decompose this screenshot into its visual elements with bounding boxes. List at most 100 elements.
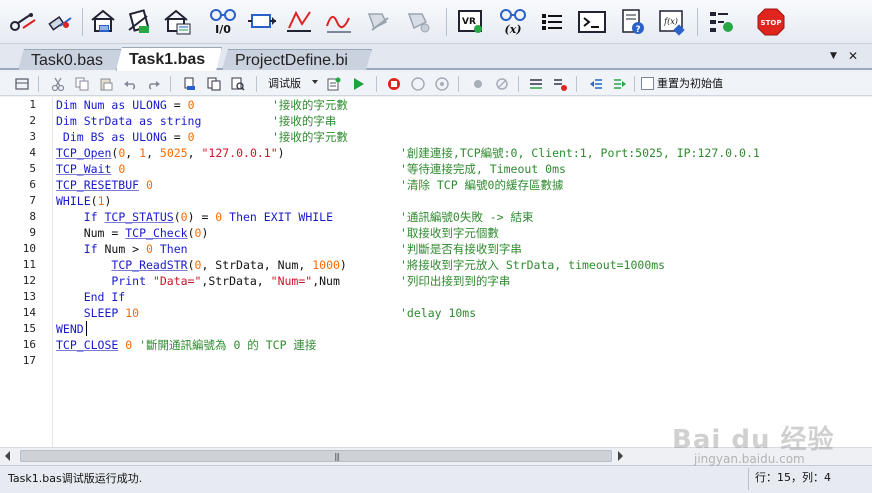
code-line[interactable]: TCP_ReadSTR(0, StrData, Num, 1000)	[56, 257, 347, 273]
code-token: ) =	[187, 210, 216, 224]
code-line[interactable]: If TCP_STATUS(0) = 0 Then EXIT WHILE	[56, 209, 333, 225]
code-token: ,	[187, 146, 202, 160]
line-number: 5	[29, 162, 36, 175]
line-number: 10	[22, 242, 36, 255]
command-terminal-icon[interactable]	[576, 7, 608, 37]
code-token: 10	[125, 306, 140, 320]
code-token: Dim	[56, 114, 77, 128]
code-token: =	[173, 130, 188, 144]
list-icon[interactable]	[538, 7, 566, 37]
scroll-right-icon[interactable]	[618, 451, 623, 461]
tab-list-dropdown-icon[interactable]: ▼	[830, 51, 837, 61]
stop-run-icon[interactable]	[386, 76, 402, 92]
cut-icon[interactable]	[50, 76, 66, 92]
clear-breakpoint-icon[interactable]	[45, 7, 75, 37]
build-icon[interactable]	[404, 7, 434, 37]
breakpoint-icon[interactable]	[470, 76, 486, 92]
line-number: 1	[29, 98, 36, 111]
code-token: WEND	[56, 322, 84, 336]
code-token: ,	[125, 146, 140, 160]
code-line[interactable]: Dim BS as ULONG = 0	[56, 129, 195, 145]
code-line[interactable]: TCP_Wait 0	[56, 161, 125, 177]
compile-icon[interactable]	[326, 76, 342, 92]
line-number: 15	[22, 322, 36, 335]
code-token: 0	[187, 98, 195, 112]
help-doc-icon[interactable]: ?	[618, 7, 648, 37]
expression-icon[interactable]: (x)	[496, 7, 530, 37]
code-token: Dim	[56, 98, 77, 112]
tab-task0[interactable]: Task0.bas	[18, 49, 122, 70]
code-token: 0	[146, 178, 153, 192]
code-token: )	[339, 258, 347, 272]
outdent-icon[interactable]	[588, 76, 604, 92]
replace-icon[interactable]	[230, 76, 246, 92]
find-icon[interactable]	[182, 76, 198, 92]
download-ram-icon[interactable]	[124, 7, 154, 37]
code-line[interactable]: Print "Data=",StrData, "Num=",Num	[56, 273, 340, 289]
axis-parameters-icon[interactable]	[246, 7, 278, 37]
oscilloscope-icon[interactable]	[324, 7, 354, 37]
download-program-icon[interactable]	[88, 7, 118, 37]
tab-project-define[interactable]: ProjectDefine.bi	[222, 49, 372, 70]
step-icon[interactable]	[434, 76, 450, 92]
expr-label: (x)	[505, 23, 522, 36]
toggle-panel-icon[interactable]	[14, 76, 30, 92]
clear-all-breakpoints-icon[interactable]	[494, 76, 510, 92]
code-editor[interactable]: 1 2 3 4 5 6 7 8 9 10 11 12 13 14 15 16 17 Dim Num as ULO…	[0, 97, 872, 447]
code-line[interactable]: WHILE(1)	[56, 193, 111, 209]
indent-icon[interactable]	[612, 76, 628, 92]
chevron-down-icon[interactable]	[312, 80, 318, 84]
code-line[interactable]: End If	[56, 289, 126, 305]
paste-icon[interactable]	[98, 76, 114, 92]
code-token: "Num="	[270, 274, 313, 288]
scope-icon[interactable]	[284, 7, 314, 37]
code-token: Num	[76, 98, 112, 112]
copy-icon[interactable]	[74, 76, 90, 92]
set-breakpoint-icon[interactable]	[8, 7, 38, 37]
tab-task1[interactable]: Task1.bas	[116, 47, 222, 71]
undo-icon[interactable]	[122, 76, 138, 92]
io-monitor-icon[interactable]: I/0	[206, 7, 240, 37]
pause-icon[interactable]	[410, 76, 426, 92]
text-caret	[86, 321, 87, 336]
scrollbar-thumb[interactable]: |||	[20, 450, 612, 462]
controller-settings-icon[interactable]	[706, 7, 736, 37]
code-token: TCP_RESETBUF	[56, 178, 140, 192]
code-line[interactable]: TCP_Open(0, 1, 5025, "127.0.0.1")	[56, 145, 285, 161]
tab-label: ProjectDefine.bi	[235, 52, 348, 69]
code-line[interactable]: Dim Num as ULONG = 0	[56, 97, 195, 113]
code-line[interactable]: Num = TCP_Check(0)	[56, 225, 209, 241]
variable-watch-icon[interactable]: VR	[456, 7, 486, 37]
code-token: Then EXIT WHILE	[222, 210, 334, 224]
find-in-files-icon[interactable]	[206, 76, 222, 92]
code-token: Then	[152, 242, 188, 256]
build-mode-select[interactable]: 调试版	[266, 75, 303, 93]
redo-icon[interactable]	[146, 76, 162, 92]
code-line[interactable]: TCP_CLOSE 0 '斷開通訊編號為 0 的 TCP 連接	[56, 337, 316, 353]
reset-to-initial-checkbox[interactable]	[641, 77, 654, 90]
hide-icon[interactable]	[364, 7, 394, 37]
code-token: '斷開通訊編號為 0 的 TCP 連接	[132, 338, 317, 352]
code-token: "127.0.0.1"	[201, 146, 278, 160]
io-label: I/0	[215, 23, 231, 36]
code-line[interactable]: WEND	[56, 321, 84, 337]
watermark-logo: Bai du 经验	[672, 425, 835, 455]
function-doc-icon[interactable]: f(x)	[656, 7, 688, 37]
scroll-left-icon[interactable]	[5, 451, 10, 461]
stop-icon[interactable]: STOP	[754, 7, 788, 37]
run-icon[interactable]	[350, 76, 366, 92]
code-token: Dim	[56, 130, 84, 144]
code-line[interactable]: Dim StrData as string	[56, 113, 201, 129]
code-token: as string	[139, 114, 202, 128]
comment-block-icon[interactable]	[528, 76, 544, 92]
line-number: 12	[22, 274, 36, 287]
code-token: BS	[83, 130, 112, 144]
uncomment-block-icon[interactable]	[552, 76, 568, 92]
code-line[interactable]: SLEEP 10	[56, 305, 139, 321]
line-number: 17	[22, 354, 36, 367]
tab-label: Task1.bas	[129, 51, 206, 68]
download-rom-icon[interactable]	[160, 7, 194, 37]
close-tab-icon[interactable]: ✕	[848, 49, 858, 63]
code-line[interactable]: If Num > 0 Then	[56, 241, 188, 257]
code-line[interactable]: TCP_RESETBUF 0	[56, 177, 153, 193]
